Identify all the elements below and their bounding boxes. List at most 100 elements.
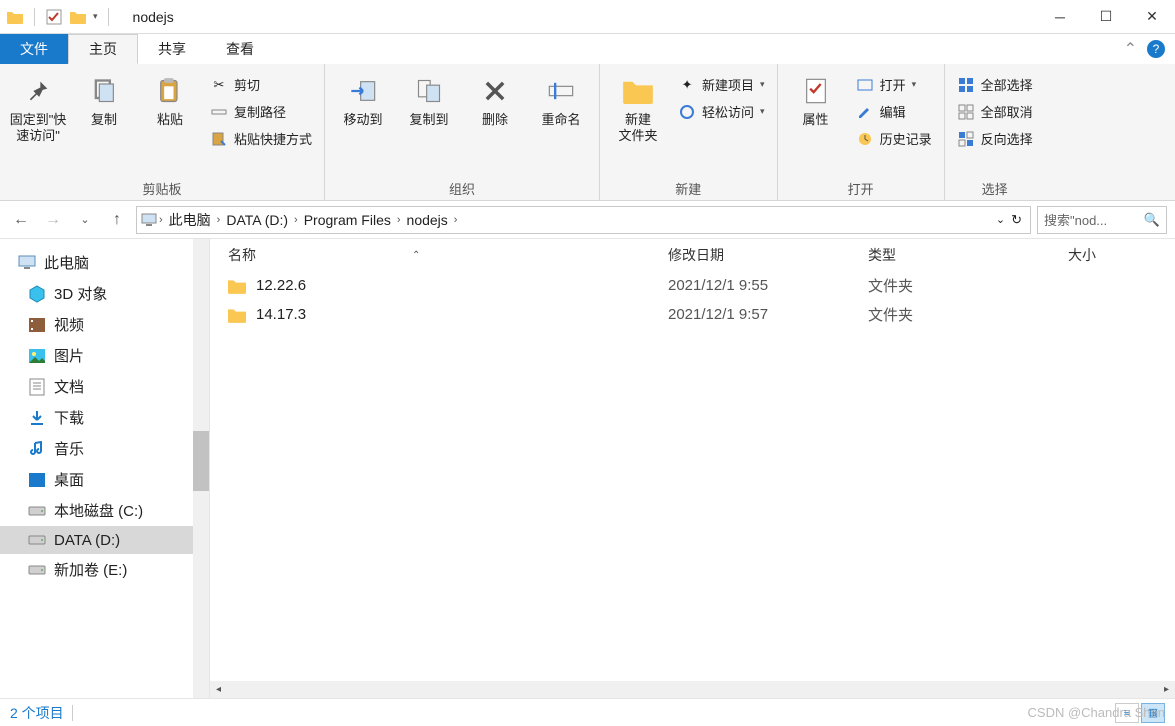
selectnone-button[interactable]: 全部取消 — [953, 99, 1037, 124]
delete-button[interactable]: 删除 — [465, 68, 525, 128]
checkbox-icon[interactable] — [45, 8, 63, 26]
qat-dropdown-icon[interactable]: ▾ — [93, 11, 98, 22]
paste-button[interactable]: 粘贴 — [140, 68, 200, 128]
breadcrumb-item[interactable]: DATA (D:) — [222, 212, 292, 228]
scroll-right-icon[interactable]: ▸ — [1158, 684, 1175, 695]
file-row[interactable]: 12.22.62021/12/1 9:55文件夹 — [210, 271, 1175, 300]
tree-icon — [28, 378, 46, 396]
help-icon[interactable]: ? — [1147, 40, 1165, 58]
tree-node[interactable]: DATA (D:) — [0, 526, 209, 554]
chevron-right-icon[interactable]: › — [159, 214, 163, 226]
copyto-button[interactable]: 复制到 — [399, 68, 459, 128]
history-button[interactable]: 历史记录 — [852, 126, 936, 151]
chevron-right-icon[interactable]: › — [454, 214, 458, 226]
copypath-button[interactable]: 复制路径 — [206, 99, 316, 124]
col-type[interactable]: 类型 — [868, 245, 1068, 265]
collapse-ribbon-icon[interactable]: ⌃ — [1124, 39, 1137, 59]
pc-icon — [141, 213, 157, 227]
group-clipboard: 固定到"快 速访问" 复制 粘贴 ✂剪切 复制路径 粘贴快捷方式 剪贴板 — [0, 64, 325, 200]
tree-node[interactable]: 视频 — [0, 309, 209, 340]
separator — [34, 8, 35, 26]
file-name: 14.17.3 — [256, 306, 306, 323]
col-date[interactable]: 修改日期 — [668, 245, 868, 265]
group-new: 新建 文件夹 ✦新建项目▾ 轻松访问▾ 新建 — [600, 64, 778, 200]
col-size[interactable]: 大小 — [1068, 245, 1157, 265]
tree-node[interactable]: 新加卷 (E:) — [0, 554, 209, 585]
tree-node[interactable]: 本地磁盘 (C:) — [0, 495, 209, 526]
tree-label: 下载 — [54, 407, 84, 428]
chevron-right-icon[interactable]: › — [294, 214, 298, 226]
file-date: 2021/12/1 9:55 — [668, 277, 868, 294]
pin-button[interactable]: 固定到"快 速访问" — [8, 68, 68, 144]
nav-tree[interactable]: 此电脑 3D 对象视频图片文档下载音乐桌面本地磁盘 (C:) DATA (D:)新加… — [0, 239, 210, 698]
breadcrumb-item[interactable]: nodejs — [403, 212, 452, 228]
edit-button[interactable]: 编辑 — [852, 99, 936, 124]
tree-label: 本地磁盘 (C:) — [54, 500, 143, 521]
copy-button[interactable]: 复制 — [74, 68, 134, 128]
tree-icon — [28, 440, 46, 458]
cut-icon: ✂ — [210, 76, 228, 94]
ribbon: 固定到"快 速访问" 复制 粘贴 ✂剪切 复制路径 粘贴快捷方式 剪贴板 移动到 — [0, 64, 1175, 201]
sort-asc-icon: ⌃ — [412, 250, 420, 261]
rename-icon — [544, 74, 578, 108]
address-bar[interactable]: › 此电脑 › DATA (D:) › Program Files › node… — [136, 206, 1031, 234]
minimize-button[interactable]: ─ — [1037, 0, 1083, 34]
tab-view[interactable]: 查看 — [206, 34, 274, 64]
folder-icon[interactable] — [69, 8, 87, 26]
tree-icon — [28, 561, 46, 579]
refresh-icon[interactable]: ↻ — [1011, 212, 1022, 228]
newfolder-icon — [621, 74, 655, 108]
search-input[interactable]: 搜索"nod... 🔍 — [1037, 206, 1167, 234]
delete-icon — [478, 74, 512, 108]
close-button[interactable]: ✕ — [1129, 0, 1175, 34]
tab-home[interactable]: 主页 — [68, 34, 138, 64]
newitem-button[interactable]: ✦新建项目▾ — [674, 72, 769, 97]
rename-button[interactable]: 重命名 — [531, 68, 591, 128]
scrollbar-thumb[interactable] — [193, 431, 209, 491]
selectall-button[interactable]: 全部选择 — [953, 72, 1037, 97]
tree-node[interactable]: 3D 对象 — [0, 278, 209, 309]
chevron-right-icon[interactable]: › — [217, 214, 221, 226]
horizontal-scrollbar[interactable]: ◂ ▸ — [210, 681, 1175, 698]
column-headers[interactable]: 名称 ⌃ 修改日期 类型 大小 — [210, 239, 1175, 271]
folder-icon — [6, 8, 24, 26]
properties-button[interactable]: 属性 — [786, 68, 846, 128]
up-button[interactable]: ↑ — [104, 207, 130, 233]
tree-node[interactable]: 音乐 — [0, 433, 209, 464]
breadcrumb-item[interactable]: Program Files — [300, 212, 395, 228]
breadcrumb-item[interactable]: 此电脑 — [165, 210, 215, 230]
back-button[interactable]: ← — [8, 207, 34, 233]
newfolder-button[interactable]: 新建 文件夹 — [608, 68, 668, 144]
tree-node[interactable]: 桌面 — [0, 464, 209, 495]
maximize-button[interactable]: ☐ — [1083, 0, 1129, 34]
tree-node[interactable]: 下载 — [0, 402, 209, 433]
tree-label: 3D 对象 — [54, 283, 107, 304]
easyaccess-button[interactable]: 轻松访问▾ — [674, 99, 769, 124]
recent-button[interactable]: ⌄ — [72, 207, 98, 233]
status-text: 2 个项目 — [10, 703, 64, 723]
cut-button[interactable]: ✂剪切 — [206, 72, 316, 97]
address-dropdown-icon[interactable]: ⌄ — [996, 213, 1005, 226]
group-open: 属性 打开▾ 编辑 历史记录 打开 — [778, 64, 945, 200]
edit-icon — [856, 103, 874, 121]
folder-icon — [228, 307, 246, 323]
tree-label: 图片 — [54, 345, 84, 366]
tree-node[interactable]: 此电脑 — [0, 247, 209, 278]
selectinvert-button[interactable]: 反向选择 — [953, 126, 1037, 151]
scroll-left-icon[interactable]: ◂ — [210, 684, 227, 695]
properties-icon — [799, 74, 833, 108]
tree-node[interactable]: 图片 — [0, 340, 209, 371]
chevron-right-icon[interactable]: › — [397, 214, 401, 226]
tab-share[interactable]: 共享 — [138, 34, 206, 64]
open-button[interactable]: 打开▾ — [852, 72, 936, 97]
tree-node[interactable]: 文档 — [0, 371, 209, 402]
history-icon — [856, 130, 874, 148]
tab-file[interactable]: 文件 — [0, 34, 68, 64]
moveto-button[interactable]: 移动到 — [333, 68, 393, 128]
tree-icon — [18, 254, 36, 272]
file-row[interactable]: 14.17.32021/12/1 9:57文件夹 — [210, 300, 1175, 329]
pasteshortcut-button[interactable]: 粘贴快捷方式 — [206, 126, 316, 151]
forward-button[interactable]: → — [40, 207, 66, 233]
col-name[interactable]: 名称 — [228, 245, 256, 265]
tree-icon — [28, 347, 46, 365]
